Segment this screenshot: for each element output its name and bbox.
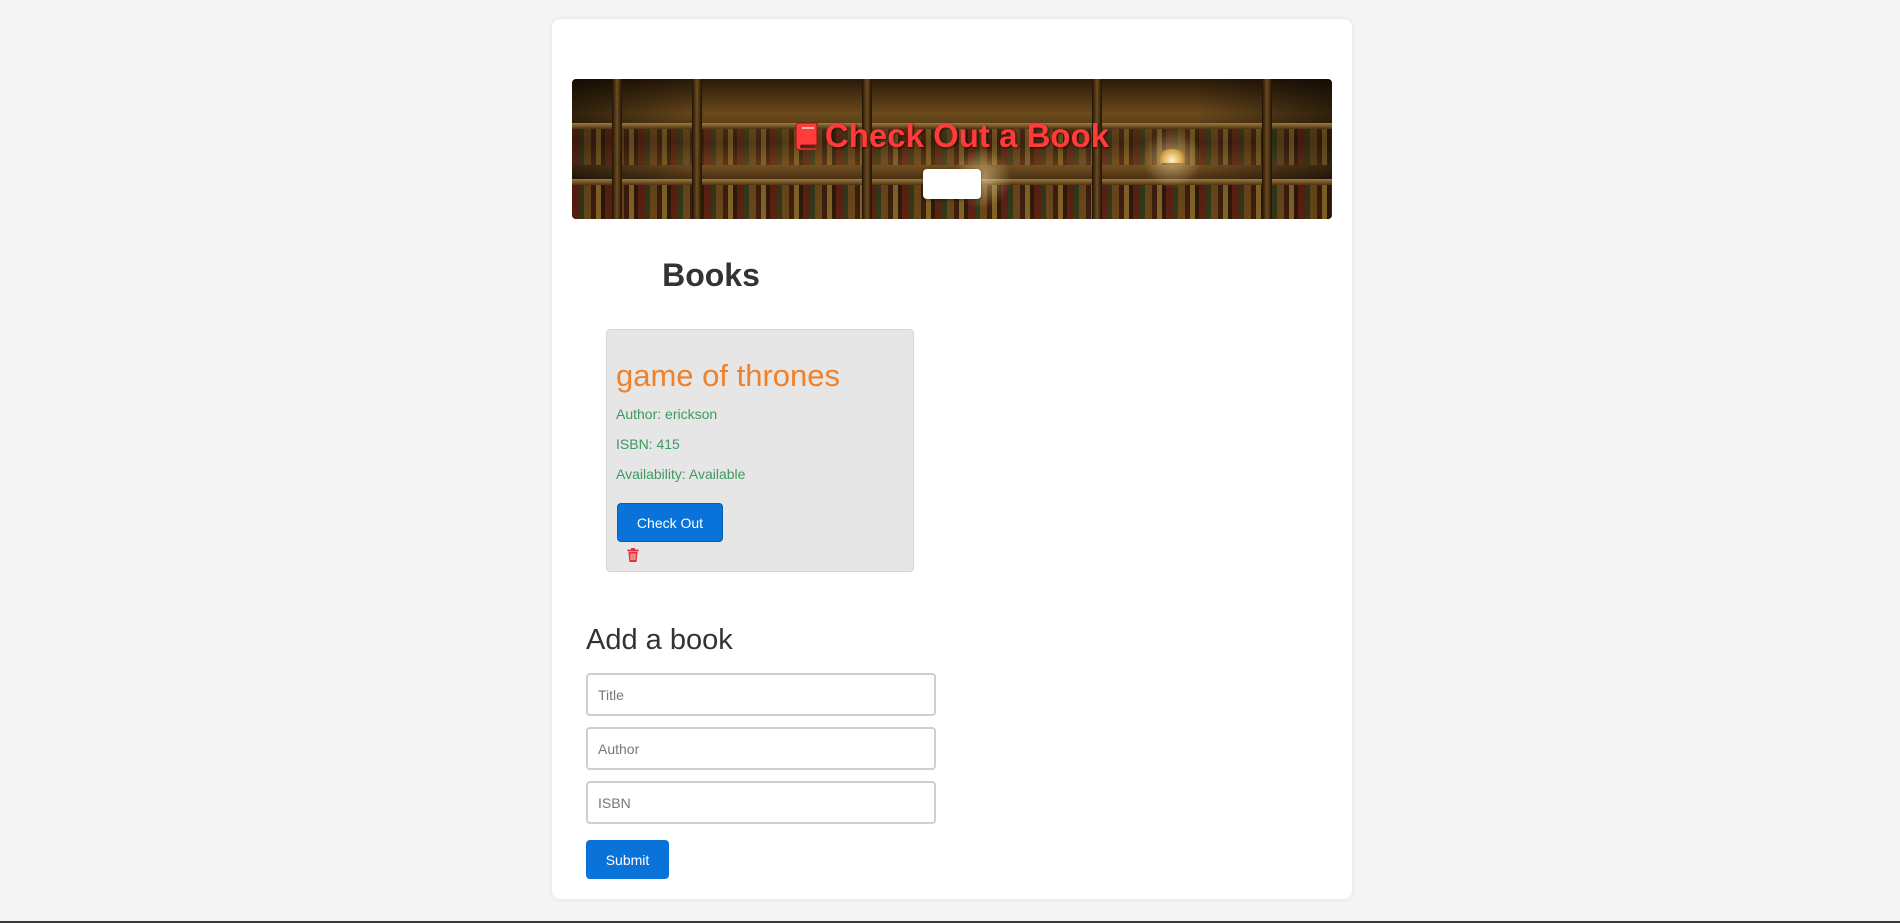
books-heading: Books bbox=[662, 257, 760, 293]
banner-title-text: Check Out a Book bbox=[824, 117, 1110, 154]
book-icon bbox=[795, 120, 821, 158]
banner-title: Check Out a Book bbox=[572, 117, 1332, 158]
banner-button[interactable] bbox=[923, 169, 981, 199]
book-card: game of thrones Author: erickson ISBN: 4… bbox=[606, 329, 914, 572]
check-out-button[interactable]: Check Out bbox=[617, 503, 723, 542]
book-title: game of thrones bbox=[616, 358, 841, 393]
header-banner: Check Out a Book bbox=[572, 79, 1332, 219]
main-container: Check Out a Book Books game of thrones A… bbox=[552, 19, 1352, 899]
add-book-heading: Add a book bbox=[586, 624, 733, 656]
book-isbn: ISBN: 415 bbox=[616, 436, 680, 452]
isbn-input[interactable] bbox=[586, 781, 936, 824]
book-availability: Availability: Available bbox=[616, 466, 746, 482]
trash-icon[interactable] bbox=[627, 548, 639, 562]
book-author: Author: erickson bbox=[616, 406, 718, 422]
author-input[interactable] bbox=[586, 727, 936, 770]
submit-button[interactable]: Submit bbox=[586, 840, 669, 879]
title-input[interactable] bbox=[586, 673, 936, 716]
